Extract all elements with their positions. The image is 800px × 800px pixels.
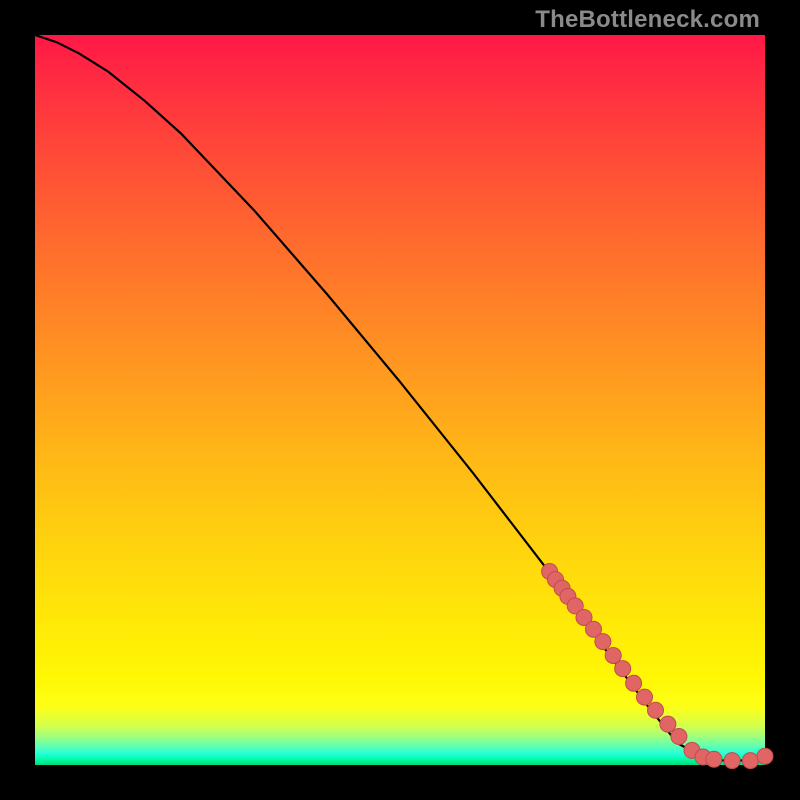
data-marker [637,689,653,705]
chart-overlay [35,35,765,765]
data-marker [706,751,722,767]
data-marker [742,753,758,769]
data-marker [615,661,631,677]
data-marker [660,716,676,732]
data-marker [595,634,611,650]
data-marker [757,748,773,764]
bottleneck-curve [35,35,765,761]
data-marker [671,729,687,745]
data-marker [648,702,664,718]
data-markers-group [542,564,773,769]
watermark-text: TheBottleneck.com [535,6,760,34]
chart-frame: TheBottleneck.com [0,0,800,800]
data-marker [626,675,642,691]
data-marker [724,753,740,769]
